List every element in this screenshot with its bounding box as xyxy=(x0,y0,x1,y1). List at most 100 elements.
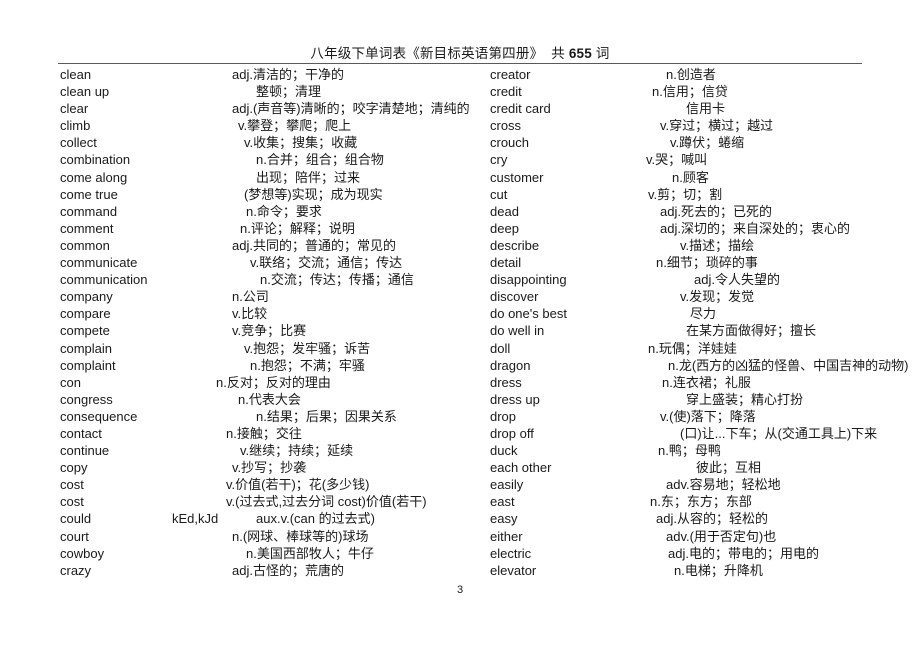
entry-definition: n.连衣裙；礼服 xyxy=(662,374,751,390)
vocabulary-entry: climb v.攀登；攀爬；爬上 xyxy=(60,117,480,134)
vocabulary-entry: east n.东；东方；东部 xyxy=(490,493,910,510)
entry-definition: adj.令人失望的 xyxy=(694,272,780,288)
entry-word: do one's best xyxy=(490,306,567,322)
entry-definition: v.发现；发觉 xyxy=(680,289,755,305)
entry-definition: n.命令；要求 xyxy=(246,203,322,219)
entry-word: complaint xyxy=(60,357,116,373)
entry-definition: 出现；陪伴；过来 xyxy=(256,169,361,185)
vocabulary-entry: cowboy n.美国西部牧人；牛仔 xyxy=(60,545,480,562)
entry-definition: n.评论；解释；说明 xyxy=(240,220,355,236)
vocabulary-entry: court n.(网球、棒球等的)球场 xyxy=(60,528,480,545)
vocabulary-entry: comment n.评论；解释；说明 xyxy=(60,220,480,237)
vocabulary-entry: dress n.连衣裙；礼服 xyxy=(490,374,910,391)
entry-word: drop off xyxy=(490,425,534,441)
vocabulary-entry: complain v.抱怨；发牢骚；诉苦 xyxy=(60,340,480,357)
vocabulary-entry: contact n.接触；交往 xyxy=(60,425,480,442)
vocabulary-entry: communicate v.联络；交流；通信；传达 xyxy=(60,254,480,271)
vocabulary-entry: deep adj.深切的；来自深处的；衷心的 xyxy=(490,220,910,237)
page-title: 八年级下单词表《新目标英语第四册》 共 655 词 xyxy=(58,46,862,62)
vocabulary-entry: con n.反对；反对的理由 xyxy=(60,374,480,391)
entry-word: dress xyxy=(490,374,522,390)
entry-word: climb xyxy=(60,118,91,134)
entry-word: customer xyxy=(490,169,544,185)
entry-word: company xyxy=(60,289,113,305)
entry-definition: v.描述；描绘 xyxy=(680,237,755,253)
vocabulary-entry: each other 彼此；互相 xyxy=(490,459,910,476)
header-divider xyxy=(58,63,862,64)
vocabulary-entry: continue v.继续；持续；延续 xyxy=(60,442,480,459)
entry-word: dragon xyxy=(490,357,531,373)
entry-definition: 整顿；清理 xyxy=(256,84,322,100)
entry-word: credit card xyxy=(490,101,551,117)
entry-definition: 信用卡 xyxy=(686,101,726,117)
entry-definition: 尽力 xyxy=(690,306,717,322)
vocabulary-entry: cry v.哭；喊叫 xyxy=(490,151,910,168)
entry-word: describe xyxy=(490,237,540,253)
entry-word: detail xyxy=(490,255,522,271)
vocabulary-entry: detail n.细节；琐碎的事 xyxy=(490,254,910,271)
entry-definition: adj.清洁的；干净的 xyxy=(232,67,344,82)
entry-definition: adj.电的；带电的；用电的 xyxy=(668,545,819,561)
entry-definition: n.顾客 xyxy=(672,169,709,185)
entry-definition: v.剪；切；割 xyxy=(648,186,723,202)
entry-definition: n.接触；交往 xyxy=(226,425,302,441)
entry-definition: adj.深切的；来自深处的；衷心的 xyxy=(660,220,850,236)
entry-word: consequence xyxy=(60,408,138,424)
entry-definition: n.东；东方；东部 xyxy=(650,494,752,510)
vocabulary-entry: crazy adj.古怪的；荒唐的 xyxy=(60,562,480,579)
entry-word: copy xyxy=(60,460,88,476)
entry-definition: n.鸭；母鸭 xyxy=(658,443,721,459)
vocabulary-entry: electric adj.电的；带电的；用电的 xyxy=(490,545,910,562)
entry-definition: aux.v.(can 的过去式) xyxy=(256,511,375,527)
vocabulary-entry: do one's best 尽力 xyxy=(490,305,910,322)
entry-definition: adj.死去的；已死的 xyxy=(660,203,772,219)
entry-word: could xyxy=(60,511,92,527)
entry-word: discover xyxy=(490,289,539,305)
entry-word: cowboy xyxy=(60,545,105,561)
entry-definition: v.蹲伏；蜷缩 xyxy=(670,135,745,151)
vocabulary-entry: cost v.(过去式,过去分词 cost)价值(若干) xyxy=(60,493,480,510)
entry-definition: (梦想等)实现；成为现实 xyxy=(244,186,383,202)
entry-definition: (口)让...下车；从(交通工具上)下来 xyxy=(680,425,878,441)
vocabulary-entry: compete v.竞争；比赛 xyxy=(60,322,480,339)
entry-definition: adv.(用于否定句)也 xyxy=(666,528,777,544)
entry-word: elevator xyxy=(490,562,537,578)
vocabulary-entry: congress n.代表大会 xyxy=(60,391,480,408)
entry-word: crouch xyxy=(490,135,530,151)
vocabulary-entry: common adj.共同的；普通的；常见的 xyxy=(60,237,480,254)
entry-word: each other xyxy=(490,460,552,476)
word-count-prefix: 共 xyxy=(551,46,569,61)
entry-phonetic: kEd,kJd xyxy=(172,511,219,527)
entry-word: cut xyxy=(490,186,508,202)
entry-word: clear xyxy=(60,101,89,117)
entry-word: compare xyxy=(60,306,111,322)
vocabulary-entry: discover v.发现；发觉 xyxy=(490,288,910,305)
entry-definition: n.电梯；升降机 xyxy=(674,562,763,578)
entry-word: either xyxy=(490,528,523,544)
entry-definition: 穿上盛装；精心打扮 xyxy=(686,391,804,407)
entry-definition: v.收集；搜集；收藏 xyxy=(244,135,358,151)
vocabulary-entry: either adv.(用于否定句)也 xyxy=(490,528,910,545)
entry-word: command xyxy=(60,203,118,219)
entry-word: duck xyxy=(490,443,518,459)
entry-definition: v.联络；交流；通信；传达 xyxy=(250,255,403,271)
vocabulary-entry: creator n.创造者 xyxy=(490,66,910,83)
entry-definition: n.合并；组合；组合物 xyxy=(256,152,384,168)
vocabulary-entry: cut v.剪；切；割 xyxy=(490,186,910,203)
entry-definition: adj.共同的；普通的；常见的 xyxy=(232,237,396,253)
entry-definition: adj.从容的；轻松的 xyxy=(656,511,768,527)
vocabulary-entry: describe v.描述；描绘 xyxy=(490,237,910,254)
vocabulary-entry: easily adv.容易地；轻松地 xyxy=(490,476,910,493)
entry-word: doll xyxy=(490,340,511,356)
entry-definition: n.龙(西方的凶猛的怪兽、中国吉神的动物) xyxy=(668,357,909,373)
vocabulary-entry: clean adj.清洁的；干净的 xyxy=(60,66,480,83)
vocabulary-entry: communication n.交流；传达；传播；通信 xyxy=(60,271,480,288)
vocabulary-entry: compare v.比较 xyxy=(60,305,480,322)
entry-word: creator xyxy=(490,67,531,82)
vocabulary-entry: cost v.价值(若干)；花(多少钱) xyxy=(60,476,480,493)
entry-word: deep xyxy=(490,220,519,236)
entry-definition: v.抄写；抄袭 xyxy=(232,460,307,476)
vocabulary-entry: collect v.收集；搜集；收藏 xyxy=(60,134,480,151)
entry-word: combination xyxy=(60,152,131,168)
entry-word: contact xyxy=(60,425,102,441)
